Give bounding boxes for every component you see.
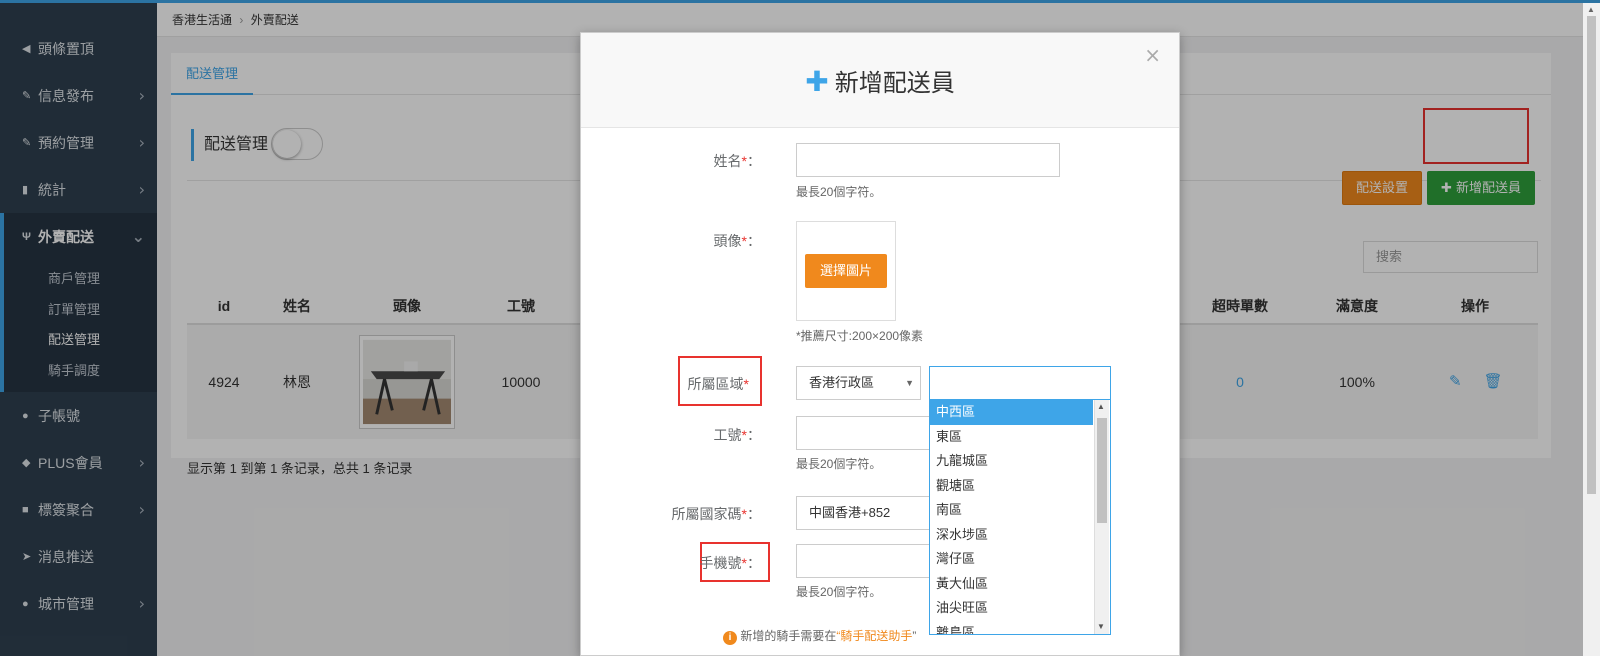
- add-courier-modal: ✚ 新增配送員 × 姓名*： 最長20個字符。 頭像*： 選擇圖片 *推薦尺寸:2…: [580, 32, 1180, 656]
- dropdown-scrollbar[interactable]: ▲ ▼: [1094, 400, 1109, 634]
- district-option[interactable]: 南區: [930, 498, 1093, 523]
- required-mark: *: [741, 555, 747, 571]
- avatar-uploader[interactable]: 選擇圖片: [796, 221, 896, 321]
- region-label: 所屬區域*: [581, 374, 749, 394]
- jobno-label: 工號*：: [713, 427, 761, 443]
- scroll-up-icon[interactable]: ▲: [1097, 402, 1105, 411]
- district-option[interactable]: 中西區: [930, 400, 1093, 425]
- avatar-hint: *推薦尺寸:200×200像素: [796, 329, 924, 343]
- info-icon: i: [723, 631, 737, 645]
- jobno-label-text: 工號: [713, 427, 742, 443]
- rider-app-note: i 新增的騎手需要在“騎手配送助手”: [723, 627, 916, 645]
- district-option[interactable]: 離島區: [930, 621, 1093, 635]
- required-mark: *: [741, 506, 747, 522]
- district-option[interactable]: 觀塘區: [930, 474, 1093, 499]
- district-select[interactable]: [929, 366, 1111, 400]
- modal-title-text: 新增配送員: [834, 70, 955, 97]
- note-suffix: ”: [912, 629, 917, 643]
- required-mark: *: [741, 427, 747, 443]
- avatar-label: 頭像*：: [713, 233, 761, 249]
- avatar-label-text: 頭像: [713, 233, 742, 249]
- district-option[interactable]: 油尖旺區: [930, 596, 1093, 621]
- scroll-up-icon[interactable]: ▲: [1587, 5, 1595, 14]
- caret-down-icon: ▼: [905, 378, 914, 388]
- country-label-text: 所屬國家碼: [671, 506, 742, 522]
- district-option[interactable]: 東區: [930, 425, 1093, 450]
- required-mark: *: [743, 376, 749, 392]
- page-scrollbar[interactable]: ▲: [1583, 3, 1600, 656]
- district-option[interactable]: 黃大仙區: [930, 572, 1093, 597]
- district-dropdown: 中西區 東區 九龍城區 觀塘區 南區 深水埗區 灣仔區 黃大仙區 油尖旺區 離島…: [929, 399, 1111, 635]
- country-label: 所屬國家碼*：: [671, 506, 761, 522]
- jobno-hint: 最長20個字符。: [796, 457, 882, 471]
- name-input[interactable]: [796, 143, 1060, 177]
- modal-title: ✚ 新增配送員: [581, 63, 1179, 98]
- page-scroll-thumb[interactable]: [1587, 16, 1596, 494]
- region-label-text: 所屬區域: [687, 376, 744, 392]
- rider-app-link[interactable]: “騎手配送助手: [836, 629, 912, 643]
- required-mark: *: [741, 233, 747, 249]
- district-option[interactable]: 灣仔區: [930, 547, 1093, 572]
- note-prefix: 新增的騎手需要在: [740, 629, 837, 643]
- region-select-value: 香港行政區: [809, 375, 875, 390]
- dropdown-scroll-thumb[interactable]: [1097, 418, 1107, 523]
- district-option[interactable]: 九龍城區: [930, 449, 1093, 474]
- phone-label-text: 手機號: [699, 555, 742, 571]
- choose-image-button[interactable]: 選擇圖片: [805, 254, 887, 288]
- required-mark: *: [741, 153, 747, 169]
- name-label: 姓名*：: [713, 153, 761, 169]
- name-label-text: 姓名: [713, 153, 742, 169]
- phone-label: 手機號*：: [699, 555, 761, 571]
- region-select[interactable]: 香港行政區 ▼: [796, 366, 921, 400]
- district-option[interactable]: 深水埗區: [930, 523, 1093, 548]
- name-hint: 最長20個字符。: [796, 185, 882, 199]
- modal-header: ✚ 新增配送員 ×: [581, 33, 1179, 128]
- close-icon[interactable]: ×: [1144, 43, 1161, 67]
- plus-icon: ✚: [805, 66, 829, 97]
- phone-hint: 最長20個字符。: [796, 585, 882, 599]
- scroll-down-icon[interactable]: ▼: [1097, 622, 1105, 631]
